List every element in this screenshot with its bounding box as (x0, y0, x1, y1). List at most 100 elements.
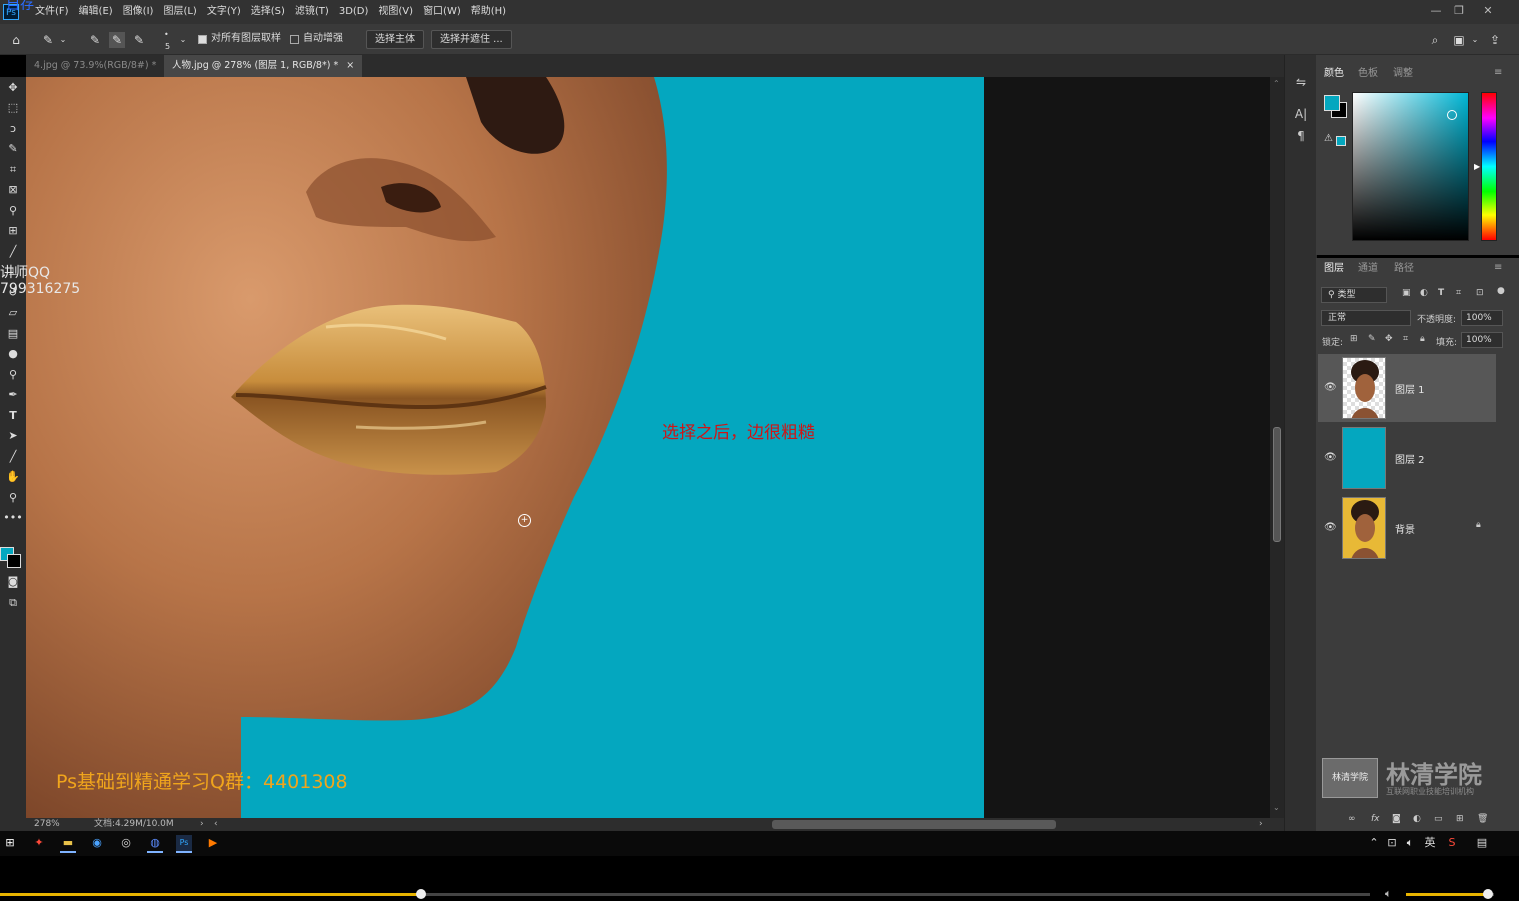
lasso-tool-icon[interactable]: ↄ (3, 120, 23, 138)
layer-row-layer-1[interactable]: 👁︎ 图层 1 (1318, 354, 1496, 422)
scroll-right-icon[interactable]: › (1259, 818, 1263, 831)
menu-layer[interactable]: 图层(L) (158, 0, 201, 24)
quick-mask-icon[interactable]: ◙ (3, 573, 23, 591)
zoom-level[interactable]: 278% (34, 818, 60, 831)
volume-tray-icon[interactable]: 🔈︎ (1402, 835, 1418, 851)
layer-filter-select[interactable]: ⚲ 类型 (1321, 287, 1387, 303)
tool-preset-chevron-icon[interactable]: ⌄ (58, 32, 68, 48)
scroll-left-icon[interactable]: ‹ (214, 818, 218, 831)
lock-all-icon[interactable]: 🔒︎ (1420, 334, 1425, 344)
crop-tool-icon[interactable]: ⌗ (3, 161, 23, 179)
pen-tool-icon[interactable]: ✒ (3, 386, 23, 404)
new-group-icon[interactable]: ▭ (1434, 814, 1443, 824)
panel-menu-icon[interactable]: ≡ (1494, 67, 1502, 78)
filter-type-icon[interactable]: T (1438, 288, 1444, 298)
more-tools-icon[interactable]: ••• (3, 509, 23, 527)
layer-name[interactable]: 图层 2 (1395, 451, 1425, 466)
layer-row-layer-2[interactable]: 👁︎ 图层 2 (1318, 424, 1496, 492)
layer-row-background[interactable]: 👁︎ 背景 🔒︎ (1318, 494, 1496, 562)
tab-4-jpg[interactable]: 4.jpg @ 73.9%(RGB/8#) * × (26, 55, 180, 77)
lock-transparent-icon[interactable]: ⊞ (1350, 334, 1358, 344)
progress-track[interactable] (0, 889, 1370, 899)
add-mask-icon[interactable]: ◙ (1392, 814, 1401, 824)
tab-color[interactable]: 颜色 (1324, 67, 1344, 81)
sample-all-layers-checkbox[interactable] (198, 35, 207, 44)
document-canvas[interactable]: 选择之后，边很粗糙 Ps基础到精通学习Q群：4401308 + (26, 77, 984, 818)
quick-selection-tool-icon[interactable]: ✎ (40, 32, 56, 48)
horizontal-scroll-thumb[interactable] (772, 820, 1056, 829)
brush-tool-icon[interactable]: ╱ (3, 243, 23, 261)
file-explorer-icon[interactable]: ▬ (60, 835, 76, 853)
menu-select[interactable]: 选择(S) (246, 0, 290, 24)
menu-filter[interactable]: 滤镜(T) (290, 0, 334, 24)
filter-smart-object-icon[interactable]: ⊡ (1476, 288, 1484, 298)
blur-tool-icon[interactable]: ● (3, 345, 23, 363)
select-and-mask-button[interactable]: 选择并遮住 ... (431, 30, 512, 49)
character-panel-icon[interactable]: A| (1293, 106, 1309, 122)
filter-toggle-icon[interactable]: ● (1497, 286, 1505, 296)
layer-style-icon[interactable]: fx (1371, 814, 1380, 824)
select-subject-button[interactable]: 选择主体 (366, 30, 424, 49)
close-button[interactable]: ✕ (1479, 4, 1497, 18)
share-icon[interactable]: ⇪ (1487, 32, 1503, 48)
app-icon-1[interactable]: ✦ (31, 835, 47, 851)
brush-size-value[interactable]: 5 (165, 42, 170, 51)
layer-name[interactable]: 图层 1 (1395, 381, 1425, 396)
marquee-tool-icon[interactable]: ⬚ (3, 99, 23, 117)
lock-position-icon[interactable]: ✥ (1385, 334, 1393, 344)
status-chevron-icon[interactable]: › (200, 818, 204, 831)
new-layer-icon[interactable]: ⊞ (1456, 814, 1464, 824)
workspace-icon[interactable]: ▣ (1451, 32, 1467, 48)
menu-3d[interactable]: 3D(D) (334, 0, 374, 24)
windows-start-icon[interactable]: ⊞ (2, 835, 18, 851)
menu-image[interactable]: 图像(I) (118, 0, 159, 24)
visibility-eye-icon[interactable]: 👁︎ (1324, 452, 1337, 463)
filter-adjustment-icon[interactable]: ◐ (1420, 288, 1428, 298)
color-picker-field[interactable] (1352, 92, 1469, 241)
path-selection-tool-icon[interactable]: ➤ (3, 427, 23, 445)
zoom-tool-icon[interactable]: ⚲ (3, 489, 23, 507)
frame-tool-icon[interactable]: ⊠ (3, 181, 23, 199)
tray-chevron-icon[interactable]: ⌃ (1366, 835, 1382, 851)
hue-slider[interactable] (1481, 92, 1497, 241)
scroll-up-icon[interactable]: ⌃ (1273, 79, 1280, 88)
foreground-color-swatch[interactable] (1324, 95, 1340, 111)
tab-swatches[interactable]: 色板 (1358, 67, 1378, 81)
screen-mode-icon[interactable]: ⧉ (3, 594, 23, 612)
layer-name[interactable]: 背景 (1395, 521, 1415, 536)
qq-icon[interactable]: ◍ (147, 835, 163, 853)
menu-edit[interactable]: 编辑(E) (74, 0, 118, 24)
opacity-input[interactable]: 100% (1461, 310, 1503, 326)
lock-pixels-icon[interactable]: ✎ (1368, 334, 1376, 344)
sogou-ime-icon[interactable]: S (1444, 835, 1460, 851)
chrome-icon[interactable]: ◎ (118, 835, 134, 851)
menu-type[interactable]: 文字(Y) (202, 0, 246, 24)
menu-view[interactable]: 视图(V) (373, 0, 418, 24)
tab-adjustments[interactable]: 调整 (1393, 67, 1413, 81)
vertical-scrollbar[interactable]: ⌃ ⌄ (1270, 77, 1284, 818)
restore-button[interactable]: ❐ (1450, 4, 1468, 18)
volume-knob[interactable] (1482, 889, 1493, 899)
hand-tool-icon[interactable]: ✋ (3, 468, 23, 486)
fill-input[interactable]: 100% (1461, 332, 1503, 348)
filter-shape-icon[interactable]: ⌗ (1456, 288, 1461, 298)
dodge-tool-icon[interactable]: ⚲ (3, 366, 23, 384)
visibility-eye-icon[interactable]: 👁︎ (1324, 522, 1337, 533)
new-selection-icon[interactable]: ✎ (87, 32, 103, 48)
panel-menu-icon[interactable]: ≡ (1494, 262, 1502, 273)
workspace-chevron-icon[interactable]: ⌄ (1470, 32, 1480, 48)
move-tool-icon[interactable]: ✥ (3, 79, 23, 97)
quick-selection-tool-icon[interactable]: ✎ (3, 140, 23, 158)
tab-person-jpg[interactable]: 人物.jpg @ 278% (图层 1, RGB/8*) * × (164, 55, 363, 77)
link-layers-icon[interactable]: ∞ (1348, 814, 1356, 824)
notification-icon[interactable]: ▤ (1474, 835, 1490, 851)
ime-indicator[interactable]: 英 (1422, 835, 1438, 851)
gradient-tool-icon[interactable]: ▤ (3, 325, 23, 343)
menu-window[interactable]: 窗口(W) (418, 0, 466, 24)
network-icon[interactable]: ⊡ (1384, 835, 1400, 851)
photoshop-taskbar-icon[interactable]: Ps (176, 835, 192, 853)
tab-channels[interactable]: 通道 (1358, 262, 1378, 276)
volume-track[interactable] (1406, 889, 1494, 899)
canvas-area[interactable]: 选择之后，边很粗糙 Ps基础到精通学习Q群：4401308 + (26, 77, 1270, 818)
eraser-tool-icon[interactable]: ▱ (3, 304, 23, 322)
